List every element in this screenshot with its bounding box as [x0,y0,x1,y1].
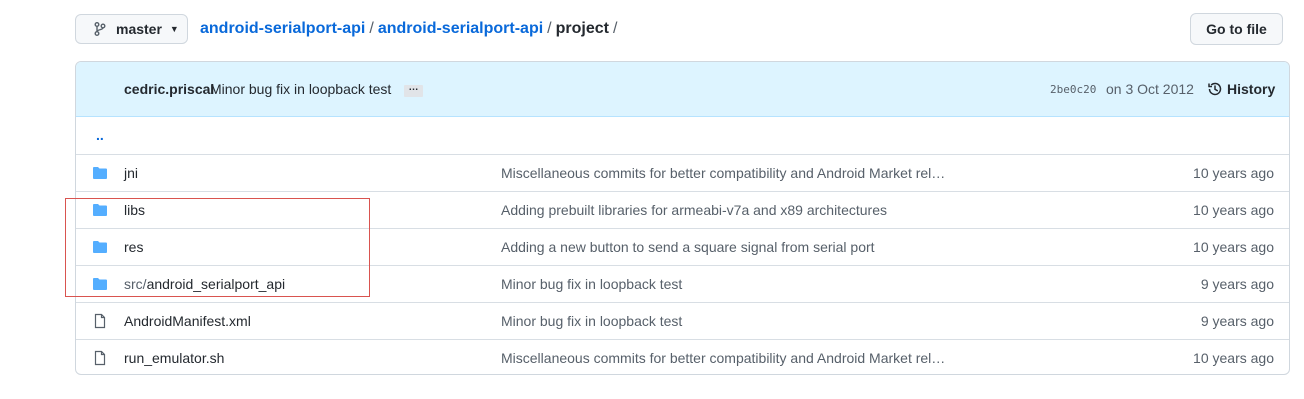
branch-select-button[interactable]: master ▼ [75,14,188,44]
file-name-link[interactable]: libs [124,202,145,218]
commit-age: 9 years ago [1200,276,1274,292]
go-to-file-button[interactable]: Go to file [1190,13,1283,45]
breadcrumb-repo-link[interactable]: android-serialport-api [200,20,365,37]
commit-age: 10 years ago [1193,165,1274,181]
commit-age: 10 years ago [1193,202,1274,218]
latest-commit-bar: cedric.priscal Minor bug fix in loopback… [76,62,1289,117]
breadcrumb-separator: / [612,20,618,37]
file-name-link[interactable]: jni [124,165,138,181]
commit-message-link[interactable]: Miscellaneous commits for better compati… [501,165,945,181]
file-icon [92,350,108,366]
folder-icon [92,276,108,292]
file-row[interactable]: jni Miscellaneous commits for better comp… [76,154,1289,191]
breadcrumb: android-serialport-api / android-serialpor… [200,19,621,39]
commit-age: 9 years ago [1200,313,1274,329]
file-name: jni [124,165,139,181]
file-row[interactable]: res Adding a new button to send a square … [76,228,1289,265]
parent-directory-row[interactable]: .. [76,117,1289,154]
file-row[interactable]: src/android_serialport_api Minor bug fix … [76,265,1289,302]
file-name: res [124,239,144,255]
history-icon [1207,81,1223,97]
folder-icon [92,165,108,181]
breadcrumb-separator: / [547,20,552,37]
commit-author-link[interactable]: cedric.priscal [124,81,214,97]
file-name: libs [124,202,146,218]
commit-message-link[interactable]: Adding a new button to send a square sig… [501,239,875,255]
file-row[interactable]: AndroidManifest.xml Minor bug fix in loop… [76,302,1289,339]
parent-directory-link[interactable]: .. [96,127,104,143]
file-browser: cedric.priscal Minor bug fix in loopback… [75,61,1290,375]
commit-age: 10 years ago [1193,239,1274,255]
commit-message-link[interactable]: Adding prebuilt libraries for armeabi-v7… [501,202,887,218]
breadcrumb-separator: / [369,20,374,37]
file-name: android_serialport_api [146,276,286,292]
file-name: run_emulator.sh [124,350,225,366]
file-row[interactable]: run_emulator.sh Miscellaneous commits for… [76,339,1289,374]
git-branch-icon [92,21,108,37]
commit-sha-link[interactable]: 2be0c20 [1050,83,1096,96]
path-prefix: src/ [124,276,147,292]
commit-expand-button[interactable]: … [404,83,423,97]
commit-message-link[interactable]: Minor bug fix in loopback test [210,81,391,97]
breadcrumb-folder-link[interactable]: android-serialport-api [378,20,543,37]
history-link[interactable]: History [1207,81,1275,97]
branch-label: master [116,21,162,37]
file-row[interactable]: libs Adding prebuilt libraries for armeab… [76,191,1289,228]
file-name-link[interactable]: run_emulator.sh [124,350,224,366]
repo-toolbar: master ▼ android-serialport-api / android-… [0,0,1304,60]
chevron-down-icon: ▼ [169,24,179,34]
file-name-link[interactable]: src/android_serialport_api [124,276,285,292]
history-label: History [1227,81,1276,97]
commit-date: on 3 Oct 2012 [1106,81,1194,97]
file-name-link[interactable]: res [124,239,143,255]
file-name: AndroidManifest.xml [124,313,251,329]
commit-message-link[interactable]: Miscellaneous commits for better compati… [501,350,945,366]
commit-age: 10 years ago [1193,350,1274,366]
folder-icon [92,239,108,255]
commit-message-link[interactable]: Minor bug fix in loopback test [501,313,682,329]
file-icon [92,313,108,329]
folder-icon [92,202,108,218]
breadcrumb-current: project [555,20,609,37]
file-name-link[interactable]: AndroidManifest.xml [124,313,251,329]
commit-message-link[interactable]: Minor bug fix in loopback test [501,276,682,292]
